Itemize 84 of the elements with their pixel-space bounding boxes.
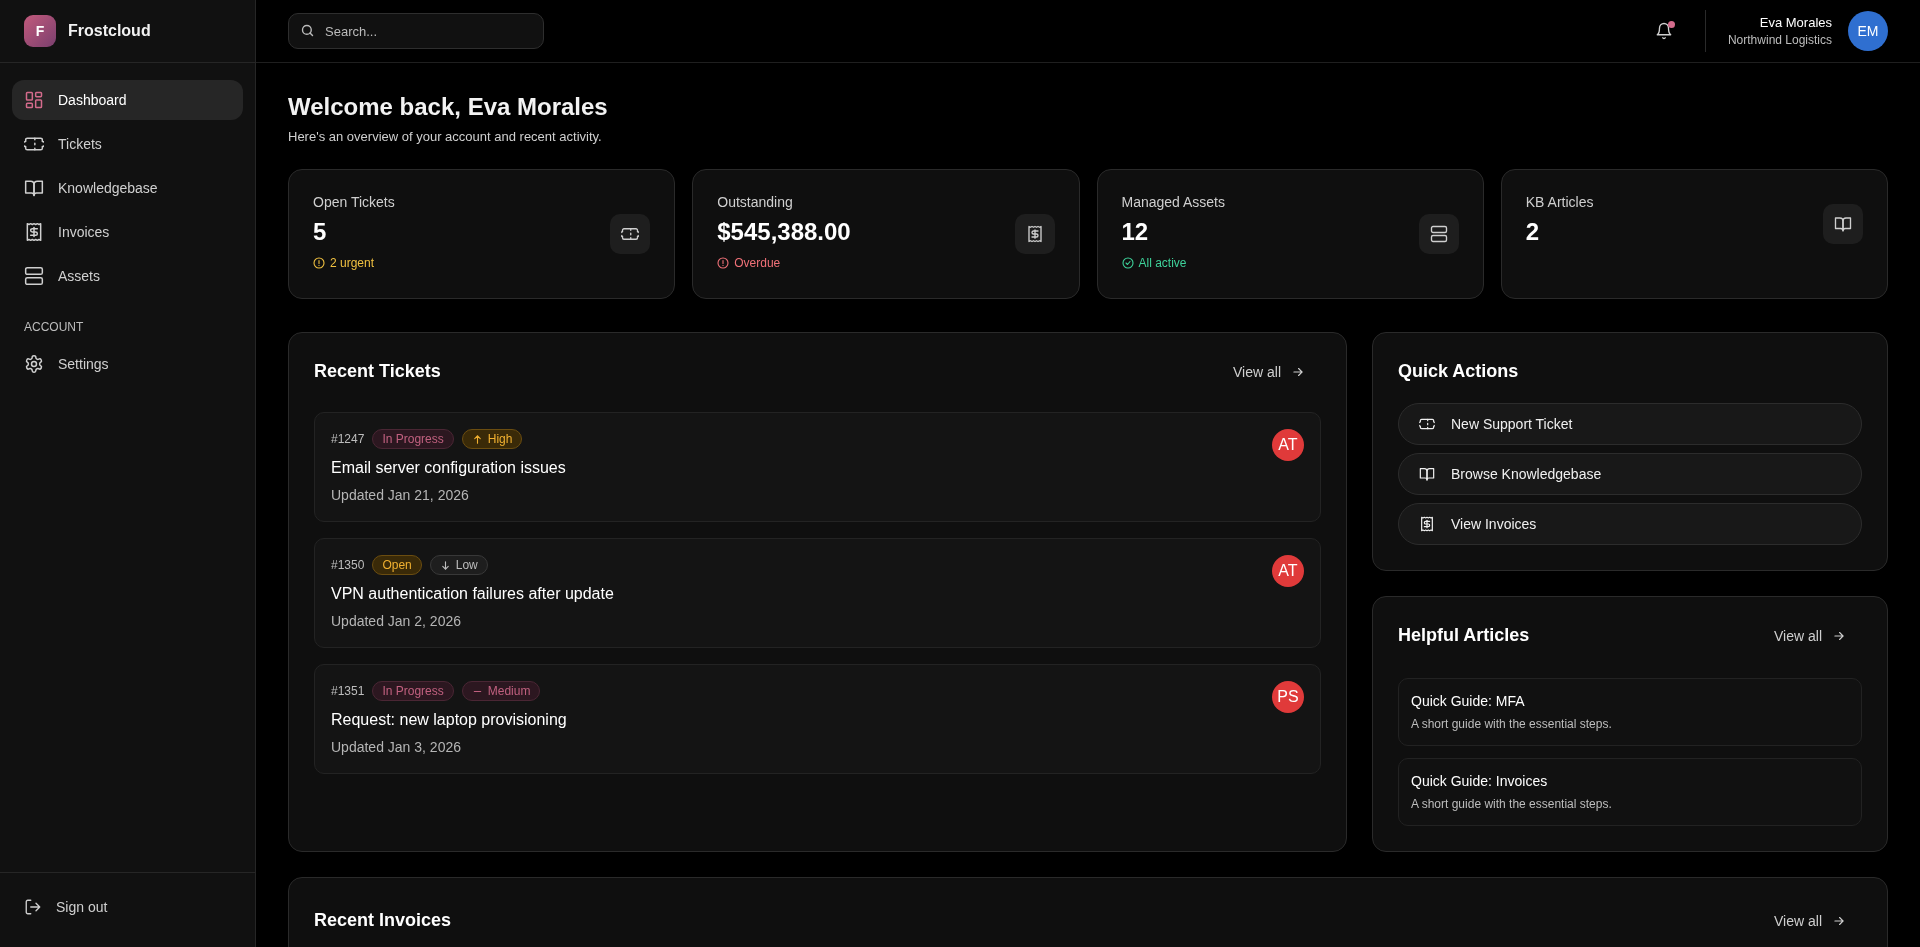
ticket-updated: Updated Jan 3, 2026 [331, 739, 462, 755]
quick-action-button[interactable]: New Support Ticket [1398, 403, 1862, 445]
stat-label: Managed Assets [1121, 194, 1225, 210]
nav-item[interactable]: Tickets [12, 124, 243, 164]
ticket-id: #1351 [331, 684, 365, 698]
section-label: ACCOUNT [23, 319, 85, 336]
page-subtitle: Here's an overview of your account and recent activity. [288, 129, 603, 144]
nav-item[interactable]: Assets [12, 256, 243, 296]
panel-title: Helpful Articles [1398, 625, 1530, 646]
user-name: Eva Morales [1759, 15, 1832, 30]
stat-label: KB Articles [1525, 194, 1594, 210]
ticket-title: VPN authentication failures after update [331, 585, 614, 603]
receipt-icon [24, 222, 44, 242]
grid-icon [24, 90, 44, 110]
stat-label: Open Tickets [313, 194, 395, 210]
receipt-icon [1025, 225, 1044, 243]
stat-label: Outstanding [717, 194, 794, 210]
ticket-updated: Updated Jan 21, 2026 [331, 487, 470, 503]
ticket-updated: Updated Jan 2, 2026 [331, 613, 462, 629]
assignee-avatar: AT [1272, 429, 1304, 461]
settings-icon [24, 354, 44, 374]
ticket-id: #1247 [331, 432, 365, 446]
article-summary: A short guide with the essential steps. [1411, 797, 1613, 811]
page-title: Welcome back, Eva Morales [288, 93, 609, 121]
view-all-link[interactable]: View all [1774, 912, 1862, 929]
status-badge: In Progress [372, 681, 454, 701]
panel-title: Recent Invoices [314, 910, 452, 931]
book-icon [24, 178, 44, 198]
company-name: Northwind Logistics [1727, 33, 1832, 47]
alert-circle-icon [313, 257, 325, 269]
stat-note: 2 urgent [330, 256, 375, 270]
view-all-link[interactable]: View all [1774, 627, 1862, 644]
view-all-link[interactable]: View all [1233, 363, 1321, 380]
ticket-card[interactable]: #1247 In Progress High Email server configuration issues Updated Jan 21, 2026 AT [314, 412, 1321, 522]
arrow-up-icon [471, 433, 483, 445]
ticket-title: Email server configuration issues [331, 459, 566, 477]
stat-value: 2 [1525, 218, 1541, 246]
stat-note: All active [1138, 256, 1187, 270]
article-card[interactable]: Quick Guide: MFA A short guide with the essential steps. [1398, 678, 1862, 746]
server-icon [24, 266, 44, 286]
ticket-icon [24, 134, 44, 154]
nav-item[interactable]: Knowledgebase [12, 168, 243, 208]
nav-item[interactable]: Dashboard [12, 80, 243, 120]
ticket-id: #1350 [331, 558, 365, 572]
quick-action-button[interactable]: View Invoices [1398, 503, 1862, 545]
bell-icon[interactable] [1654, 22, 1673, 40]
priority-badge: Medium [461, 681, 541, 701]
ticket-card[interactable]: #1350 Open Low VPN authentication failures after update Updated Jan 2, 2026 AT [314, 538, 1321, 648]
ticket-title: Request: new laptop provisioning [331, 711, 567, 729]
nav-item[interactable]: Invoices [12, 212, 243, 252]
receipt-icon [1419, 516, 1435, 532]
panel-title: Recent Tickets [314, 361, 441, 382]
arrow-down-icon [439, 559, 451, 571]
assignee-avatar: AT [1272, 555, 1304, 587]
book-icon [1419, 466, 1435, 482]
ticket-icon [1419, 416, 1435, 432]
assignee-avatar: PS [1272, 681, 1304, 713]
check-circle-icon [1121, 257, 1134, 269]
book-icon [1834, 215, 1852, 233]
logo: F [24, 15, 56, 47]
stat-value: 12 [1121, 218, 1150, 246]
article-summary: A short guide with the essential steps. [1411, 717, 1613, 731]
brand-name: Frostcloud [68, 22, 151, 40]
alert-circle-icon [717, 257, 730, 269]
article-title: Quick Guide: MFA [1411, 693, 1526, 709]
status-badge: In Progress [372, 429, 454, 449]
stat-note: Overdue [734, 256, 781, 270]
sign-out-button[interactable]: Sign out [12, 887, 120, 927]
status-badge: Open [372, 555, 422, 575]
article-title: Quick Guide: Invoices [1411, 773, 1549, 789]
panel-title: Quick Actions [1398, 361, 1520, 382]
article-card[interactable]: Quick Guide: Invoices A short guide with the essential steps. [1398, 758, 1862, 826]
ticket-card[interactable]: #1351 In Progress Medium Request: new laptop provisioning Updated Jan 3, 2026 PS [314, 664, 1321, 774]
nav-item[interactable]: Settings [12, 344, 243, 384]
user-avatar[interactable]: EM [1848, 11, 1888, 51]
ticket-icon [621, 225, 640, 243]
stat-value: 5 [313, 218, 328, 246]
logout-icon [24, 898, 42, 916]
server-icon [1429, 225, 1448, 243]
priority-badge: High [461, 429, 523, 449]
priority-badge: Low [429, 555, 488, 575]
search-field[interactable]: Search... [288, 13, 544, 49]
quick-action-button[interactable]: Browse Knowledgebase [1398, 453, 1862, 495]
stat-value: $545,388.00 [717, 218, 851, 246]
